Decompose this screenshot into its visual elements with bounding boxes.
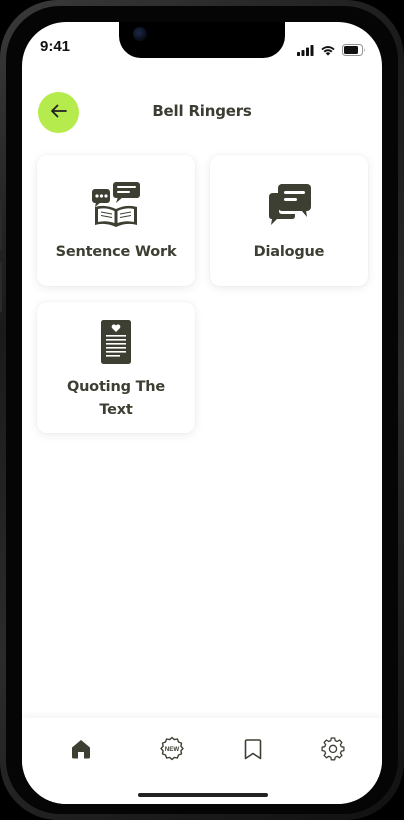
gear-icon	[321, 737, 345, 765]
home-icon	[70, 738, 92, 764]
new-badge-text: NEW	[165, 746, 180, 753]
book-chat-icon	[92, 181, 140, 229]
bookmark-icon	[243, 738, 263, 764]
status-icons	[297, 41, 366, 60]
phone-frame: 9:41 Bell Ringers Sentence Work Dialogue…	[0, 0, 404, 820]
bottom-nav: NEW	[22, 718, 382, 804]
card-label: Quoting The Text	[66, 379, 166, 418]
new-badge-icon: NEW	[159, 736, 185, 766]
nav-home[interactable]	[68, 738, 94, 764]
notch	[119, 22, 285, 58]
home-indicator[interactable]	[138, 793, 268, 797]
card-quoting-the-text[interactable]: Quoting The Text	[37, 302, 195, 433]
nav-bookmarks[interactable]	[240, 738, 266, 764]
front-camera	[133, 27, 147, 41]
nav-new[interactable]: NEW	[159, 736, 185, 766]
document-heart-icon	[101, 318, 131, 366]
wifi-icon	[320, 41, 336, 60]
screen: 9:41 Bell Ringers Sentence Work Dialogue…	[22, 22, 382, 804]
chat-bubbles-icon	[265, 181, 313, 229]
card-label: Sentence Work	[55, 244, 177, 260]
status-time: 9:41	[40, 38, 71, 55]
cellular-signal-icon	[297, 41, 314, 60]
page-title: Bell Ringers	[152, 102, 252, 120]
volume-down-button	[0, 262, 2, 312]
card-dialogue[interactable]: Dialogue	[210, 155, 368, 286]
battery-icon	[342, 41, 366, 60]
volume-up-button	[0, 200, 2, 250]
card-label: Dialogue	[253, 244, 325, 260]
nav-settings[interactable]	[320, 737, 346, 765]
card-sentence-work[interactable]: Sentence Work	[37, 155, 195, 286]
mute-switch	[0, 150, 2, 178]
